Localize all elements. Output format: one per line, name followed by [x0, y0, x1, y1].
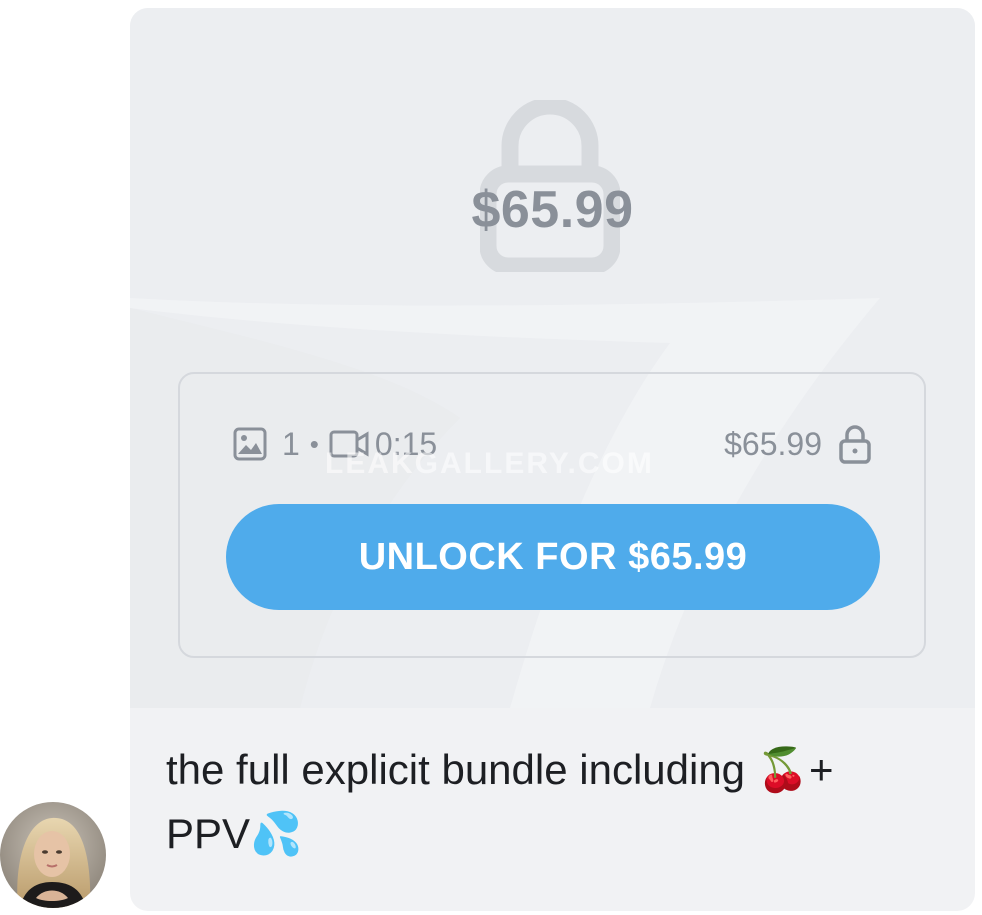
unlock-button[interactable]: UNLOCK FOR $65.99: [226, 504, 880, 610]
media-price: $65.99: [724, 425, 822, 462]
locked-price: $65.99: [471, 181, 634, 239]
video-duration: 0:15: [374, 425, 438, 462]
padlock-icon: [839, 425, 871, 464]
locked-media-preview[interactable]: $65.99 1 • 0:15 $65.99 LEAKGALLERY.COM U…: [130, 8, 975, 708]
sweat-emoji: 💦: [250, 809, 303, 858]
caption-line2: PPV: [166, 810, 251, 857]
sender-avatar[interactable]: [0, 802, 106, 908]
message-caption: the full explicit bundle including 🍒+ PP…: [166, 738, 956, 866]
message-bubble: $65.99 1 • 0:15 $65.99 LEAKGALLERY.COM U…: [130, 8, 975, 911]
cherries-emoji: 🍒: [756, 745, 810, 794]
chat-view: $65.99 1 • 0:15 $65.99 LEAKGALLERY.COM U…: [0, 0, 982, 915]
caption-plus: +: [809, 746, 834, 793]
separator: •: [309, 428, 319, 459]
caption-text: the full explicit bundle including: [166, 746, 746, 793]
photo-count: 1: [282, 425, 300, 462]
media-meta-row: 1 • 0:15 $65.99: [232, 422, 872, 466]
image-icon: [233, 427, 267, 461]
video-icon: [329, 430, 369, 458]
media-info-card: 1 • 0:15 $65.99 LEAKGALLERY.COM UNLOCK F…: [178, 372, 926, 658]
